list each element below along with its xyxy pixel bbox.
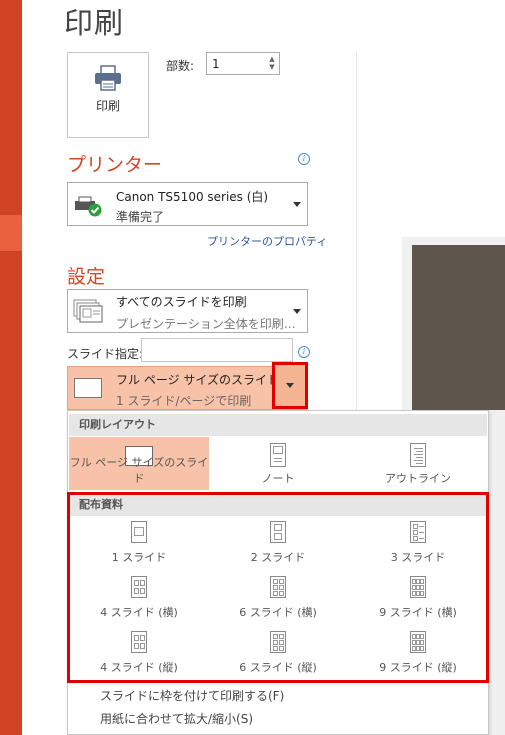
printer-heading: プリンター bbox=[67, 154, 163, 176]
slides-stack-icon bbox=[73, 299, 103, 323]
printer-icon bbox=[95, 65, 121, 91]
print-range-subtitle: プレゼンテーション全体を印刷… bbox=[116, 317, 296, 331]
printer-status: 準備完了 bbox=[116, 210, 165, 224]
page-title: 印刷 bbox=[64, 6, 125, 40]
layout-option-full-page[interactable]: フル ページ サイズのスライド bbox=[69, 437, 209, 490]
handouts-highlight-frame bbox=[67, 492, 489, 683]
copies-value: 1 bbox=[212, 57, 220, 71]
printer-properties-link[interactable]: プリンターのプロパティ bbox=[207, 233, 327, 249]
printer-name: Canon TS5100 series (白) bbox=[116, 190, 269, 204]
layout-section-heading: 印刷レイアウト bbox=[69, 414, 487, 436]
chevron-down-icon bbox=[293, 309, 301, 314]
slides-label: スライド指定: bbox=[67, 347, 144, 361]
print-layout-subtitle: 1 スライド/ページで印刷 bbox=[116, 394, 252, 408]
layout-option-label: アウトライン bbox=[385, 472, 451, 485]
copies-spinner[interactable]: 1 ▲ ▼ bbox=[206, 52, 280, 75]
info-icon[interactable]: i bbox=[298, 346, 310, 358]
full-page-slide-icon bbox=[74, 378, 102, 398]
print-layout-dropdown-button[interactable] bbox=[272, 362, 308, 409]
chevron-down-icon bbox=[293, 202, 301, 207]
scale-to-fit-option[interactable]: 用紙に合わせて拡大/縮小(S) bbox=[100, 710, 253, 727]
print-range-title: すべてのスライドを印刷 bbox=[116, 295, 247, 309]
chevron-down-icon bbox=[286, 383, 294, 388]
print-button[interactable]: 印刷 bbox=[67, 52, 149, 138]
print-button-label: 印刷 bbox=[95, 99, 120, 113]
settings-heading: 設定 bbox=[67, 266, 106, 288]
frame-slides-option[interactable]: スライドに枠を付けて印刷する(F) bbox=[100, 687, 284, 704]
print-range-dropdown[interactable]: すべてのスライドを印刷 プレゼンテーション全体を印刷… bbox=[67, 289, 308, 333]
layout-option-notes[interactable]: ノート bbox=[208, 437, 348, 490]
outline-page-icon bbox=[410, 443, 426, 467]
layout-option-label: ノート bbox=[261, 472, 295, 485]
layout-option-outline[interactable]: アウトライン bbox=[348, 437, 488, 490]
notes-page-icon bbox=[270, 443, 286, 467]
info-icon[interactable]: i bbox=[298, 153, 310, 165]
layout-option-label: フル ページ サイズのスライド bbox=[69, 456, 209, 485]
spinner-arrows-icon[interactable]: ▲ ▼ bbox=[267, 55, 277, 72]
backstage-nav-rail bbox=[0, 0, 22, 735]
printer-dropdown[interactable]: Canon TS5100 series (白) 準備完了 bbox=[67, 182, 308, 226]
slides-input[interactable] bbox=[141, 338, 293, 362]
print-layout-title: フル ページ サイズのスライド bbox=[116, 373, 280, 387]
print-preview-slide bbox=[412, 245, 505, 410]
printer-ready-icon bbox=[75, 196, 102, 217]
copies-label: 部数: bbox=[166, 59, 195, 73]
backstage-nav-print-tab[interactable] bbox=[0, 215, 22, 251]
